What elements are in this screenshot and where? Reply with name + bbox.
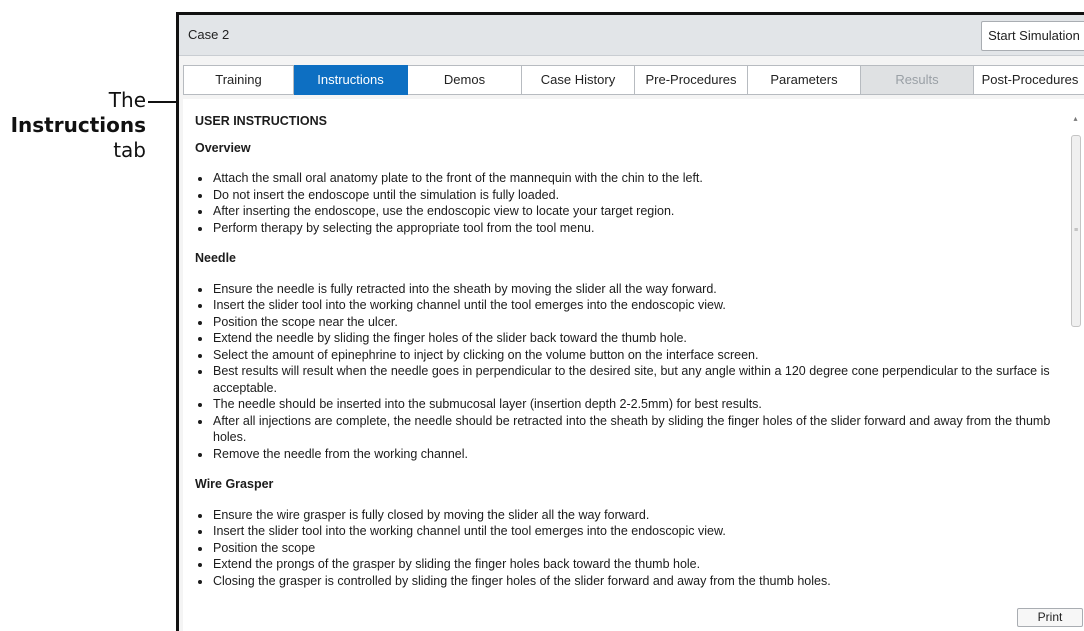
list-item: After inserting the endoscope, use the e… bbox=[212, 203, 1065, 220]
tab-training-objectives[interactable]: Training Objectives bbox=[183, 65, 294, 115]
print-button[interactable]: Print bbox=[1017, 608, 1083, 627]
list-item: Select the amount of epinephrine to inje… bbox=[212, 347, 1065, 364]
instructions-panel: USER INSTRUCTIONS Overview Attach the sm… bbox=[183, 99, 1084, 631]
list-item: Position the scope near the ulcer. bbox=[212, 314, 1065, 331]
instructions-heading: USER INSTRUCTIONS bbox=[195, 114, 327, 128]
instructions-scroll-area[interactable]: USER INSTRUCTIONS Overview Attach the sm… bbox=[195, 113, 1065, 607]
case-title: Case 2 bbox=[188, 27, 230, 42]
overview-list: Attach the small oral anatomy plate to t… bbox=[195, 170, 1065, 236]
wire-grasper-list: Ensure the wire grasper is fully closed … bbox=[195, 507, 1065, 590]
list-item: After all injections are complete, the n… bbox=[212, 413, 1065, 446]
tab-post-procedures[interactable]: Post-Procedures bbox=[974, 65, 1084, 95]
list-item: Extend the needle by sliding the finger … bbox=[212, 330, 1065, 347]
section-title-needle: Needle bbox=[195, 251, 236, 265]
list-item: Insert the slider tool into the working … bbox=[212, 297, 1065, 314]
tab-bar: Training Objectives Instructions Demos C… bbox=[183, 65, 1084, 115]
list-item: Insert the slider tool into the working … bbox=[212, 523, 1065, 540]
scroll-grip-icon: ≡ bbox=[1074, 227, 1079, 234]
vertical-scrollbar[interactable]: ▴ ≡ ▾ bbox=[1070, 115, 1081, 621]
tab-results[interactable]: Results bbox=[861, 65, 974, 95]
tab-case-history[interactable]: Case History bbox=[522, 65, 635, 95]
section-title-wire-grasper: Wire Grasper bbox=[195, 477, 274, 491]
list-item: Closing the grasper is controlled by sli… bbox=[212, 573, 1065, 590]
tab-pre-procedures[interactable]: Pre-Procedures bbox=[635, 65, 748, 95]
tab-parameters[interactable]: Parameters bbox=[748, 65, 861, 95]
title-bar: Case 2 Start Simulation bbox=[179, 15, 1084, 56]
needle-list: Ensure the needle is fully retracted int… bbox=[195, 281, 1065, 463]
callout-line3: tab bbox=[113, 138, 146, 162]
callout-line1: The bbox=[108, 88, 146, 112]
callout-annotation: The Instructions tab bbox=[0, 88, 146, 163]
list-item: The needle should be inserted into the s… bbox=[212, 396, 1065, 413]
list-item: Do not insert the endoscope until the si… bbox=[212, 187, 1065, 204]
list-item: Best results will result when the needle… bbox=[212, 363, 1065, 396]
section-title-overview: Overview bbox=[195, 140, 251, 155]
app-window: Case 2 Start Simulation Training Objecti… bbox=[176, 12, 1084, 631]
start-simulation-button[interactable]: Start Simulation bbox=[981, 21, 1084, 51]
callout-bold-label: Instructions bbox=[10, 113, 146, 137]
list-item: Ensure the wire grasper is fully closed … bbox=[212, 507, 1065, 524]
tab-instructions[interactable]: Instructions bbox=[294, 65, 408, 95]
list-item: Position the scope bbox=[212, 540, 1065, 557]
scroll-up-arrow-icon[interactable]: ▴ bbox=[1071, 115, 1080, 123]
scroll-thumb[interactable]: ≡ bbox=[1071, 135, 1081, 327]
list-item: Perform therapy by selecting the appropr… bbox=[212, 220, 1065, 237]
list-item: Ensure the needle is fully retracted int… bbox=[212, 281, 1065, 298]
tab-demos[interactable]: Demos bbox=[408, 65, 522, 95]
list-item: Attach the small oral anatomy plate to t… bbox=[212, 170, 1065, 187]
list-item: Extend the prongs of the grasper by slid… bbox=[212, 556, 1065, 573]
list-item: Remove the needle from the working chann… bbox=[212, 446, 1065, 463]
